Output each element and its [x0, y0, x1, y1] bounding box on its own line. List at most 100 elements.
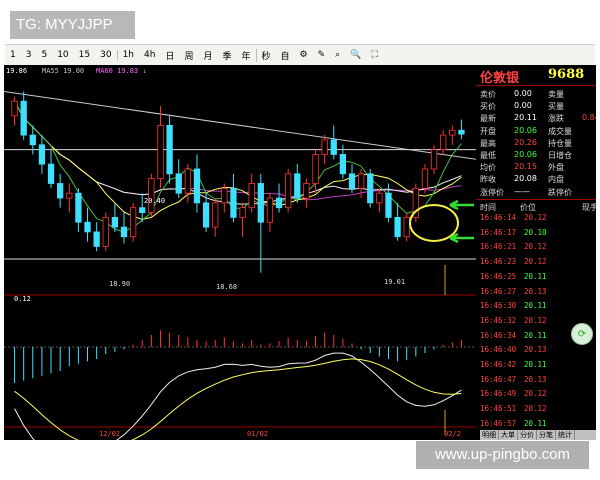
quote-label: 涨停价	[480, 187, 504, 197]
candle-body	[93, 231, 100, 247]
toolbar-button-10[interactable]: 月	[198, 49, 217, 62]
candle-body	[303, 183, 310, 199]
candle-body	[421, 168, 429, 189]
candle-body	[440, 134, 447, 151]
toolbar-button-5[interactable]: 30	[95, 50, 116, 60]
candle-body	[75, 192, 82, 223]
macd-indicator: 0.12	[14, 295, 31, 303]
tick-row: 16:46:47 20.13	[480, 375, 580, 386]
period-toolbar: 1 3 5 10 15 30 1h 4h 日周月季年秒自 ⚙ ✎ ⌕ 🔍 ⛶	[5, 44, 595, 66]
quote-label: 跌停价	[548, 187, 572, 197]
tab-0[interactable]: 明细	[480, 430, 499, 440]
tick-row: 16:46:40 20.13	[480, 345, 580, 356]
candle-body	[57, 183, 64, 199]
tick-header-time: 时间	[480, 203, 496, 212]
toolbar-button-9[interactable]: 周	[179, 49, 198, 62]
candle-body	[294, 173, 301, 199]
high-label: 20.40	[144, 197, 166, 205]
quote-label: 昨收	[480, 175, 496, 185]
toolbar-button-14[interactable]: 自	[276, 49, 295, 62]
x-label-2: 01/02	[247, 430, 269, 438]
toolbar-button-12[interactable]: 年	[237, 49, 256, 62]
quote-label: 买量	[548, 102, 564, 112]
candle-body	[376, 192, 383, 204]
low-label-3: 19.01	[384, 278, 406, 286]
candle-body	[38, 144, 46, 165]
tick-price: 20.12	[524, 404, 547, 414]
toolbar-button-7[interactable]: 4h	[139, 50, 160, 60]
candle-body	[148, 178, 155, 213]
candle-body	[266, 197, 274, 223]
tick-time: 16:46:21	[480, 242, 517, 252]
low-label-2: 18.68	[216, 283, 238, 291]
candle-body	[394, 216, 401, 238]
toolbar-button-8[interactable]: 日	[160, 49, 179, 62]
candle-body	[202, 202, 210, 228]
toolbar-button-18[interactable]: 🔍	[345, 50, 366, 60]
tick-time: 16:46:23	[480, 257, 517, 267]
toolbar-button-16[interactable]: ✎	[313, 50, 331, 60]
candle-body	[357, 173, 365, 189]
quote-label: 买价	[480, 102, 496, 112]
candle-body	[139, 207, 146, 213]
tick-row: 16:46:34 20.11	[480, 331, 580, 342]
tick-price: 20.13	[524, 345, 547, 355]
toolbar-button-17[interactable]: ⌕	[330, 50, 345, 60]
quote-label: 卖价	[480, 90, 496, 99]
tick-row: 16:46:49 20.12	[480, 389, 580, 400]
highlight-ring	[409, 204, 459, 242]
candle-body	[221, 187, 228, 204]
candle-body	[166, 125, 173, 175]
tab-2[interactable]: 分价	[518, 430, 537, 440]
quote-label: 最新	[480, 114, 496, 124]
candle-body	[458, 129, 465, 135]
toolbar-button-4[interactable]: 15	[74, 50, 95, 60]
tick-row: 16:46:32 20.12	[480, 316, 580, 327]
toolbar-button-3[interactable]: 10	[52, 50, 73, 60]
tick-price: 20.12	[524, 257, 547, 267]
quote-label: 均价	[480, 163, 496, 173]
instrument-code: 9688	[548, 67, 585, 82]
tick-row: 16:46:23 20.12	[480, 257, 580, 268]
toolbar-button-11[interactable]: 季	[217, 49, 236, 62]
ma-fast-line	[14, 100, 462, 233]
toolbar-button-6[interactable]: 1h	[116, 50, 139, 60]
toolbar-button-15[interactable]: ⚙	[295, 50, 313, 60]
candle-body	[175, 173, 182, 194]
quote-value: 20.06	[514, 150, 537, 159]
tick-price: 20.12	[524, 242, 547, 252]
tab-4[interactable]: 统计	[556, 430, 575, 440]
candle-body	[11, 100, 18, 117]
quote-value: 20.15	[514, 162, 537, 172]
ma-mid-line	[14, 100, 462, 205]
ma55-indicator: MA55 19.00	[42, 67, 85, 75]
tick-row: 16:46:14 20.12	[480, 213, 580, 224]
watermark-top: TG: MYYJJPP	[10, 11, 135, 39]
candle-body	[321, 139, 328, 155]
tick-time: 16:46:42	[480, 360, 517, 369]
divider	[476, 199, 596, 200]
quote-value: 0.00	[514, 89, 532, 98]
toolbar-button-2[interactable]: 5	[36, 50, 52, 60]
candle-body	[193, 168, 201, 204]
candle-body	[66, 192, 73, 199]
quote-label: 卖量	[548, 90, 564, 99]
watermark-bottom: www.up-pingbo.com	[416, 441, 589, 469]
price-chart[interactable]: 19.86 MA55 19.00 MA60 19.83 ↓ 20.40 18.9…	[4, 65, 476, 440]
quote-label: 涨跌	[548, 114, 564, 124]
toolbar-button-0[interactable]: 1	[5, 50, 21, 60]
candle-body	[20, 100, 27, 136]
tick-row: 16:46:57 20.11	[480, 419, 580, 430]
arrow-icon	[449, 199, 474, 211]
refresh-icon[interactable]: ⟳	[571, 323, 593, 345]
quote-label: 持仓量	[548, 138, 572, 148]
tick-time: 16:46:34	[480, 330, 517, 340]
toolbar-button-19[interactable]: ⛶	[366, 50, 382, 60]
toolbar-button-13[interactable]: 秒	[255, 48, 276, 62]
tab-3[interactable]: 分笔	[537, 430, 556, 440]
tab-1[interactable]: 大单	[499, 430, 518, 440]
low-label-1: 18.90	[109, 280, 131, 288]
toolbar-button-1[interactable]: 3	[21, 50, 37, 60]
candle-body	[257, 183, 264, 223]
tick-price: 20.12	[524, 389, 547, 399]
